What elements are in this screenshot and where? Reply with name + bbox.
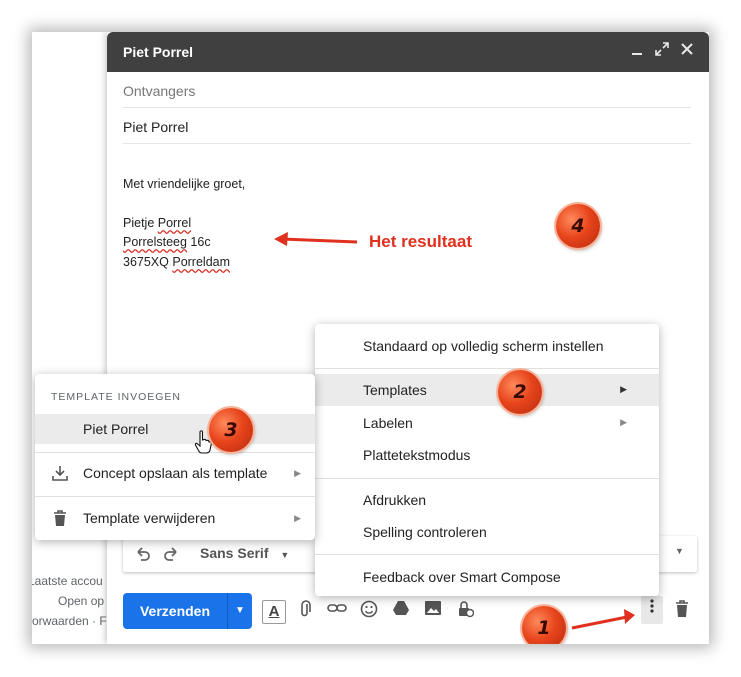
result-label: Het resultaat [369, 232, 472, 251]
screenshot-frame: Laatste accou Open op orwaarden · F Piet… [32, 32, 709, 644]
step-badge-2: 2 [498, 370, 542, 414]
step-badge-4: 4 [556, 204, 600, 248]
arrow-more-options [571, 609, 635, 630]
step-badge-1: 1 [522, 606, 566, 644]
arrow-result [274, 232, 358, 246]
annotation-arrows [274, 232, 635, 630]
step-badge-3: 3 [209, 408, 253, 452]
